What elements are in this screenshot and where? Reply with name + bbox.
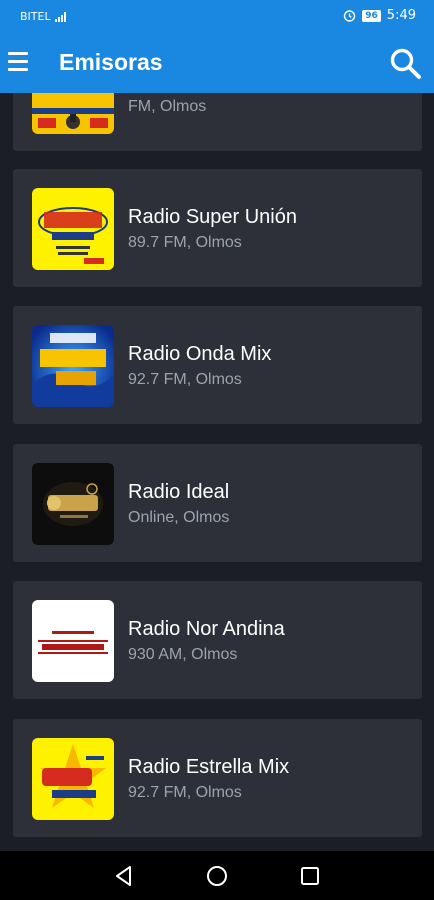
station-card[interactable]: Radio Ideal Online, Olmos	[13, 444, 422, 562]
station-logo	[32, 188, 114, 270]
station-card[interactable]: Radio Onda Mix 92.7 FM, Olmos	[13, 306, 422, 424]
system-nav-bar	[0, 851, 434, 900]
status-bar: BITEL 96 5:49	[0, 0, 434, 33]
station-details: Online, Olmos	[128, 509, 230, 526]
carrier-label: BITEL	[20, 10, 51, 23]
battery-indicator: 96	[362, 9, 381, 22]
station-name: Radio Ideal	[128, 481, 230, 503]
station-details: FM, Olmos	[128, 98, 207, 115]
station-details: 92.7 FM, Olmos	[128, 371, 242, 388]
page-title: Emisoras	[59, 49, 163, 75]
alarm-icon	[344, 10, 356, 22]
station-name: Radio Estrella Mix	[128, 756, 290, 778]
station-name: Radio Nor Andina	[128, 618, 285, 640]
station-details: 89.7 FM, Olmos	[128, 234, 242, 251]
station-details: 930 AM, Olmos	[128, 646, 238, 663]
station-logo	[32, 463, 114, 545]
station-logo	[32, 325, 114, 407]
station-details: 92.7 FM, Olmos	[128, 784, 242, 801]
station-card[interactable]: Radio Super Unión 89.7 FM, Olmos	[13, 169, 422, 287]
back-icon[interactable]	[111, 863, 137, 889]
stations-list[interactable]: FM, Olmos Radio Super Unión 89.7 FM, Olm…	[0, 93, 434, 851]
station-card[interactable]: Radio Estrella Mix 92.7 FM, Olmos	[13, 719, 422, 837]
clock: 5:49	[386, 8, 416, 23]
home-icon[interactable]	[204, 863, 230, 889]
station-logo	[32, 600, 114, 682]
station-card[interactable]: Radio Nor Andina 930 AM, Olmos	[13, 581, 422, 699]
signal-icon	[54, 11, 66, 22]
menu-icon[interactable]	[8, 52, 28, 74]
station-card[interactable]: FM, Olmos	[13, 93, 422, 151]
station-name: Radio Super Unión	[128, 206, 297, 228]
station-logo	[32, 93, 114, 134]
app-bar: Emisoras	[0, 33, 434, 93]
station-logo	[32, 738, 114, 820]
station-name: Radio Onda Mix	[128, 343, 272, 365]
search-icon[interactable]	[388, 46, 422, 80]
recents-icon[interactable]	[297, 863, 323, 889]
